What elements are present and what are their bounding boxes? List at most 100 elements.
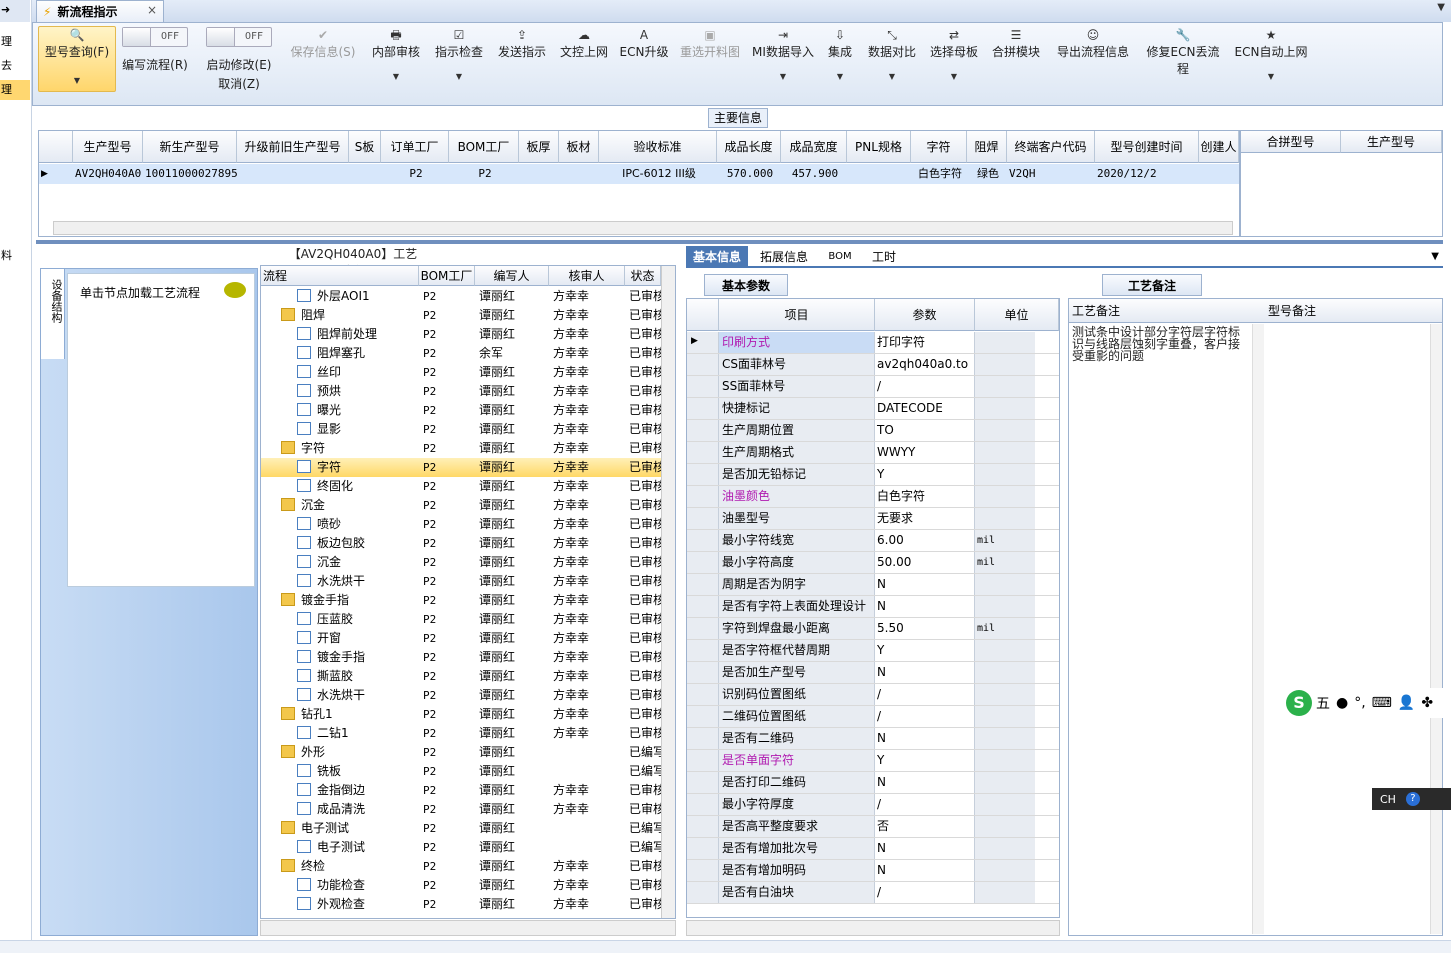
horizontal-scrollbar[interactable] xyxy=(53,221,1233,235)
tab-bom[interactable]: BOM xyxy=(820,246,860,268)
send-instruction-button[interactable]: ⇪ 发送指示 xyxy=(493,27,551,103)
cell-acceptance[interactable]: IPC-6012 III级 xyxy=(599,164,717,184)
flow-node[interactable]: 沉金 xyxy=(281,496,419,515)
flow-node[interactable]: 二钻1 xyxy=(297,724,419,743)
edit-flow-switch[interactable]: OFF xyxy=(122,27,188,47)
param-value[interactable]: N xyxy=(875,860,975,881)
cell-created-time[interactable]: 2020/12/2 xyxy=(1095,164,1199,184)
col-header[interactable]: BOM工厂 xyxy=(419,266,475,286)
param-value[interactable]: 5.50 xyxy=(875,618,975,639)
flow-row[interactable]: 开窗 P2 谭丽红 方幸幸 已审核 xyxy=(261,629,661,648)
save-info-button[interactable]: ✔ 保存信息(S) xyxy=(287,27,359,103)
mi-import-button[interactable]: ⇥ MI数据导入 ▼ xyxy=(751,27,815,103)
param-value[interactable]: TO xyxy=(875,420,975,441)
param-value[interactable]: N xyxy=(875,772,975,793)
cancel-label[interactable]: 取消(Z) xyxy=(203,75,275,92)
flow-node[interactable]: 开窗 xyxy=(297,629,419,648)
param-row[interactable]: 周期是否为阴字 N xyxy=(687,574,1059,596)
flow-node[interactable]: 电子测试 xyxy=(281,819,419,838)
param-row[interactable]: 最小字符线宽 6.00 mil xyxy=(687,530,1059,552)
user-icon[interactable]: 👤 xyxy=(1398,695,1415,711)
ime-toolbar[interactable]: S 五 ● °, ⌨ 👤 ✤ xyxy=(1284,688,1448,718)
flow-node[interactable]: 钻孔1 xyxy=(281,705,419,724)
flow-row[interactable]: 二钻1 P2 谭丽红 方幸幸 已审核 xyxy=(261,724,661,743)
col-header[interactable]: 升级前旧生产型号 xyxy=(237,131,349,163)
flow-node[interactable]: 撕蓝胶 xyxy=(297,667,419,686)
param-value[interactable]: Y xyxy=(875,464,975,485)
param-row[interactable]: 是否加无铅标记 Y xyxy=(687,464,1059,486)
flow-row[interactable]: 铣板 P2 谭丽红 已编写 xyxy=(261,762,661,781)
integrate-button[interactable]: ⇩ 集成 ▼ xyxy=(825,27,855,103)
node-load-box[interactable]: 单击节点加载工艺流程 xyxy=(67,273,255,587)
cell-width[interactable]: 457.900 xyxy=(781,164,847,184)
flow-row[interactable]: 电子测试 P2 谭丽红 已编写 xyxy=(261,838,661,857)
param-row[interactable]: 是否有字符上表面处理设计 N xyxy=(687,596,1059,618)
flow-row[interactable]: 阻焊塞孔 P2 余军 方幸幸 已审核 xyxy=(261,344,661,363)
param-row[interactable]: 是否有增加批次号 N xyxy=(687,838,1059,860)
param-value[interactable]: DATECODE xyxy=(875,398,975,419)
left-nav-item-4[interactable]: 料 xyxy=(0,246,30,266)
param-row[interactable]: 字符到焊盘最小距离 5.50 mil xyxy=(687,618,1059,640)
flow-row[interactable]: 外观检查 P2 谭丽红 方幸幸 已审核 xyxy=(261,895,661,914)
flow-row[interactable]: 钻孔1 P2 谭丽红 方幸幸 已审核 xyxy=(261,705,661,724)
language-bar[interactable]: CH ? xyxy=(1372,788,1451,810)
col-header[interactable]: 阻焊 xyxy=(967,131,1007,163)
flow-row[interactable]: 字符 P2 谭丽红 方幸幸 已审核 xyxy=(261,458,661,477)
flow-node[interactable]: 水洗烘干 xyxy=(297,686,419,705)
flow-row[interactable]: 终固化 P2 谭丽红 方幸幸 已审核 xyxy=(261,477,661,496)
close-icon[interactable]: × xyxy=(147,3,157,17)
vertical-scrollbar[interactable] xyxy=(661,266,675,918)
param-row[interactable]: 是否单面字符 Y xyxy=(687,750,1059,772)
keyboard-icon[interactable]: ⌨ xyxy=(1372,695,1392,711)
flow-row[interactable]: 压蓝胶 P2 谭丽红 方幸幸 已审核 xyxy=(261,610,661,629)
col-header[interactable]: 参数 xyxy=(875,299,975,331)
col-header[interactable]: 生产型号 xyxy=(1341,131,1442,153)
left-nav-item-3[interactable]: 理 xyxy=(0,80,30,100)
flow-node[interactable]: 金指倒边 xyxy=(297,781,419,800)
chevron-down-icon[interactable]: ▼ xyxy=(1431,251,1439,262)
reselect-cutting-button[interactable]: ▣ 重选开料图 xyxy=(677,27,743,103)
tab-basic-params[interactable]: 基本参数 xyxy=(704,274,788,296)
flow-row[interactable]: 外形 P2 谭丽红 已编写 xyxy=(261,743,661,762)
flow-node[interactable]: 喷砂 xyxy=(297,515,419,534)
flow-node[interactable]: 显影 xyxy=(297,420,419,439)
model-query-button[interactable]: 🔍 型号查询(F) ▼ xyxy=(38,26,116,92)
start-modify-switch[interactable]: OFF xyxy=(206,27,272,47)
col-header[interactable]: 编写人 xyxy=(475,266,549,286)
process-remarks-text[interactable]: 测试条中设计部分字符层字符标识与线路层蚀刻字重叠，客户接受重影的问题 xyxy=(1072,326,1250,362)
flow-row[interactable]: 镀金手指 P2 谭丽红 方幸幸 已审核 xyxy=(261,591,661,610)
flow-node[interactable]: 预烘 xyxy=(297,382,419,401)
param-row[interactable]: 生产周期格式 WWYY xyxy=(687,442,1059,464)
flow-row[interactable]: 沉金 P2 谭丽红 方幸幸 已审核 xyxy=(261,496,661,515)
flow-node[interactable]: 水洗烘干 xyxy=(297,572,419,591)
help-icon[interactable]: ? xyxy=(1405,792,1420,806)
grid-icon[interactable]: ✤ xyxy=(1421,695,1433,711)
col-header[interactable]: 板厚 xyxy=(519,131,559,163)
param-row[interactable]: 最小字符厚度 / xyxy=(687,794,1059,816)
param-value[interactable]: / xyxy=(875,794,975,815)
flow-row[interactable]: 板边包胶 P2 谭丽红 方幸幸 已审核 xyxy=(261,534,661,553)
col-header[interactable]: S板 xyxy=(349,131,381,163)
param-value[interactable]: Y xyxy=(875,750,975,771)
splitter[interactable] xyxy=(36,240,1443,244)
col-header[interactable]: 字符 xyxy=(911,131,967,163)
edit-flow-toggle[interactable]: OFF 编写流程(R) xyxy=(120,27,190,103)
tab-work-hours[interactable]: 工时 xyxy=(864,246,904,268)
vertical-scrollbar[interactable] xyxy=(1252,324,1264,934)
flow-row[interactable]: 金指倒边 P2 谭丽红 方幸幸 已审核 xyxy=(261,781,661,800)
flow-row[interactable]: 成品清洗 P2 谭丽红 方幸幸 已审核 xyxy=(261,800,661,819)
param-value[interactable]: 无要求 xyxy=(875,508,975,529)
col-header[interactable]: 状态 xyxy=(625,266,661,286)
col-header[interactable]: 流程 xyxy=(261,266,419,286)
param-row[interactable]: 生产周期位置 TO xyxy=(687,420,1059,442)
param-value[interactable]: / xyxy=(875,376,975,397)
col-header[interactable]: BOM工厂 xyxy=(449,131,519,163)
col-header[interactable]: 型号创建时间 xyxy=(1095,131,1199,163)
flow-row[interactable]: 撕蓝胶 P2 谭丽红 方幸幸 已审核 xyxy=(261,667,661,686)
param-row[interactable]: 油墨型号 无要求 xyxy=(687,508,1059,530)
cell-customer-code[interactable]: V2QH xyxy=(1007,164,1095,184)
instruction-check-button[interactable]: ☑ 指示检查 ▼ xyxy=(430,27,488,103)
flow-node[interactable]: 终检 xyxy=(281,857,419,876)
param-value[interactable]: N xyxy=(875,728,975,749)
internal-review-button[interactable]: 🖶 内部审核 ▼ xyxy=(367,27,425,103)
